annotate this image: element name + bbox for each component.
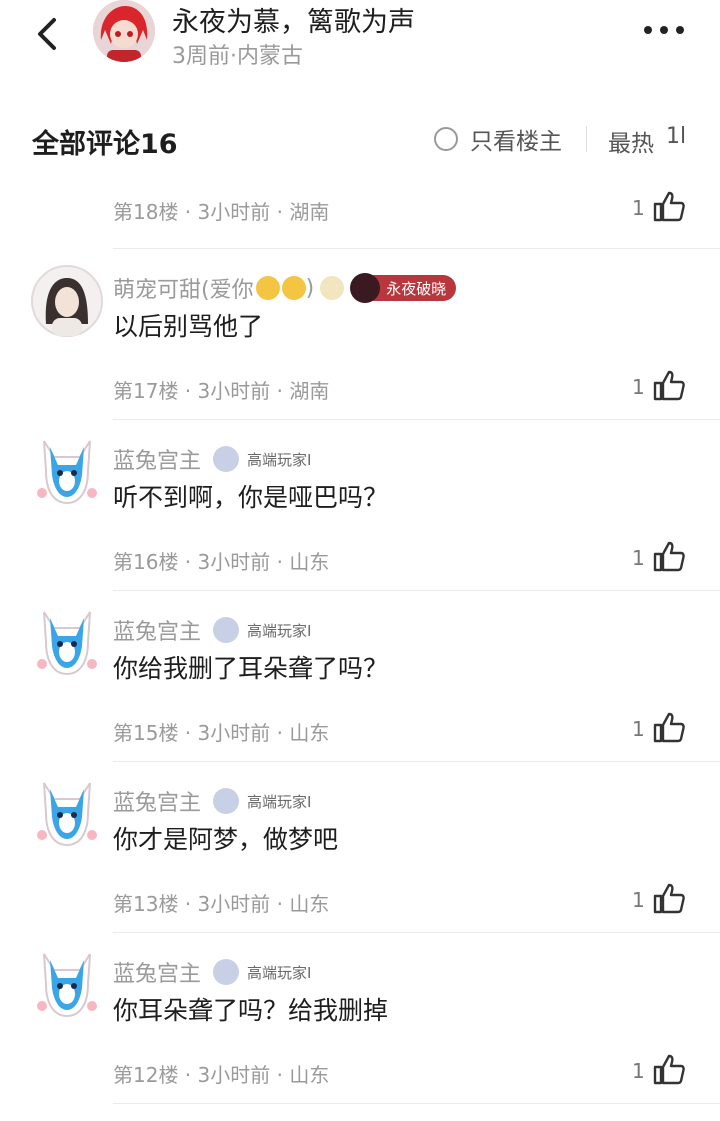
player-badge-icon	[213, 959, 240, 985]
comment-text: 听不到啊，你是哑巴吗？	[113, 483, 389, 512]
like-count: 1	[632, 1059, 645, 1083]
comment-text: 你给我删了耳朵聋了吗？	[113, 654, 389, 683]
comment-meta: 第17楼 · 3小时前 · 湖南	[113, 379, 330, 403]
only-op-toggle[interactable]: 只看楼主	[434, 124, 562, 155]
thumbs-up-icon[interactable]	[652, 882, 686, 914]
thumbs-up-icon[interactable]	[652, 711, 686, 743]
radio-icon[interactable]	[434, 127, 458, 151]
comment-author[interactable]: 蓝兔宫主	[113, 614, 201, 646]
comment-meta: 第13楼 · 3小时前 · 山东	[113, 892, 330, 916]
kiss-emoji-icon	[281, 276, 306, 300]
thumbs-up-icon[interactable]	[652, 540, 686, 572]
comment-meta: 第16楼 · 3小时前 · 山东	[113, 550, 330, 574]
comment-item: 萌宠可甜(爱你 ) 永夜破晓 以后别骂他了 第17楼 · 3小时前 · 湖南 1	[0, 249, 720, 420]
player-tag: 高端玩家I	[247, 792, 312, 811]
sort-button[interactable]: 最热	[608, 124, 654, 158]
divider	[586, 126, 587, 152]
comment-text: 你耳朵聋了吗？给我删掉	[113, 996, 389, 1025]
more-options-icon[interactable]	[640, 18, 690, 42]
comment-author-row: 蓝兔宫主 高端玩家I	[113, 957, 311, 987]
comment-author[interactable]: 蓝兔宫主	[113, 956, 201, 988]
player-tag: 高端玩家I	[247, 621, 312, 640]
back-icon[interactable]	[30, 12, 66, 56]
only-op-label: 只看楼主	[470, 129, 562, 155]
badge-avatar-icon	[350, 273, 381, 303]
sort-icon[interactable]: 1l	[666, 124, 686, 149]
comment-text: 你才是阿梦，做梦吧	[113, 825, 339, 854]
avatar[interactable]	[30, 777, 104, 851]
fan-badge: 永夜破晓	[350, 273, 457, 303]
player-tag: 高端玩家I	[247, 963, 312, 982]
author-avatar[interactable]	[93, 0, 155, 62]
comment-item: 蓝兔宫主 高端玩家I 你耳朵聋了吗？给我删掉 第12楼 · 3小时前 · 山东 …	[0, 933, 720, 1104]
like-count: 1	[632, 546, 645, 570]
like-count: 1	[632, 375, 645, 399]
comment-meta: 第12楼 · 3小时前 · 山东	[113, 1063, 330, 1087]
like-count: 1	[632, 717, 645, 741]
comment-author-row: 蓝兔宫主 高端玩家I	[113, 444, 311, 474]
comment-author-row: 萌宠可甜(爱你 ) 永夜破晓	[113, 272, 457, 304]
comments-count-title: 全部评论16	[32, 129, 178, 160]
decoration-icon	[320, 276, 345, 300]
author-name[interactable]: 永夜为慕，篱歌为声	[172, 0, 415, 39]
comment-meta: 第15楼 · 3小时前 · 山东	[113, 721, 330, 745]
comment-author[interactable]: 蓝兔宫主	[113, 785, 201, 817]
avatar[interactable]	[30, 948, 104, 1022]
comment-author-suffix: )	[305, 275, 315, 301]
player-tag: 高端玩家I	[247, 450, 312, 469]
avatar[interactable]	[30, 264, 104, 338]
comment-item: 蓝兔宫主 高端玩家I 听不到啊，你是哑巴吗？ 第16楼 · 3小时前 · 山东 …	[0, 420, 720, 591]
comment-author-row: 蓝兔宫主 高端玩家I	[113, 786, 311, 816]
comment-author-row: 蓝兔宫主 高端玩家I	[113, 615, 311, 645]
like-count: 1	[632, 888, 645, 912]
comment-meta: 第18楼 · 3小时前 · 湖南	[113, 200, 330, 224]
avatar[interactable]	[30, 435, 104, 509]
thumbs-up-icon[interactable]	[652, 190, 686, 222]
thumbs-up-icon[interactable]	[652, 1053, 686, 1085]
comment-item: 蓝兔宫主 高端玩家I 你才是阿梦，做梦吧 第13楼 · 3小时前 · 山东 1	[0, 762, 720, 933]
post-meta: 3周前·内蒙古	[172, 44, 303, 69]
top-bar: 永夜为慕，篱歌为声 3周前·内蒙古	[0, 0, 720, 80]
thumbs-up-icon[interactable]	[652, 369, 686, 401]
player-badge-icon	[213, 446, 240, 472]
badge-label: 永夜破晓	[386, 279, 447, 298]
like-count: 1	[632, 196, 645, 220]
comment-author[interactable]: 蓝兔宫主	[113, 443, 201, 475]
comments-toolbar: 全部评论16 只看楼主 最热 1l	[0, 110, 720, 170]
comment-item: 蓝兔宫主 高端玩家I 你给我删了耳朵聋了吗？ 第15楼 · 3小时前 · 山东 …	[0, 591, 720, 762]
avatar[interactable]	[30, 606, 104, 680]
player-badge-icon	[213, 617, 240, 643]
player-badge-icon	[213, 788, 240, 814]
comment-author[interactable]: 萌宠可甜(爱你	[113, 272, 254, 304]
divider	[113, 1103, 720, 1104]
comment-text: 以后别骂他了	[113, 312, 264, 341]
heart-eyes-emoji-icon	[255, 276, 280, 300]
